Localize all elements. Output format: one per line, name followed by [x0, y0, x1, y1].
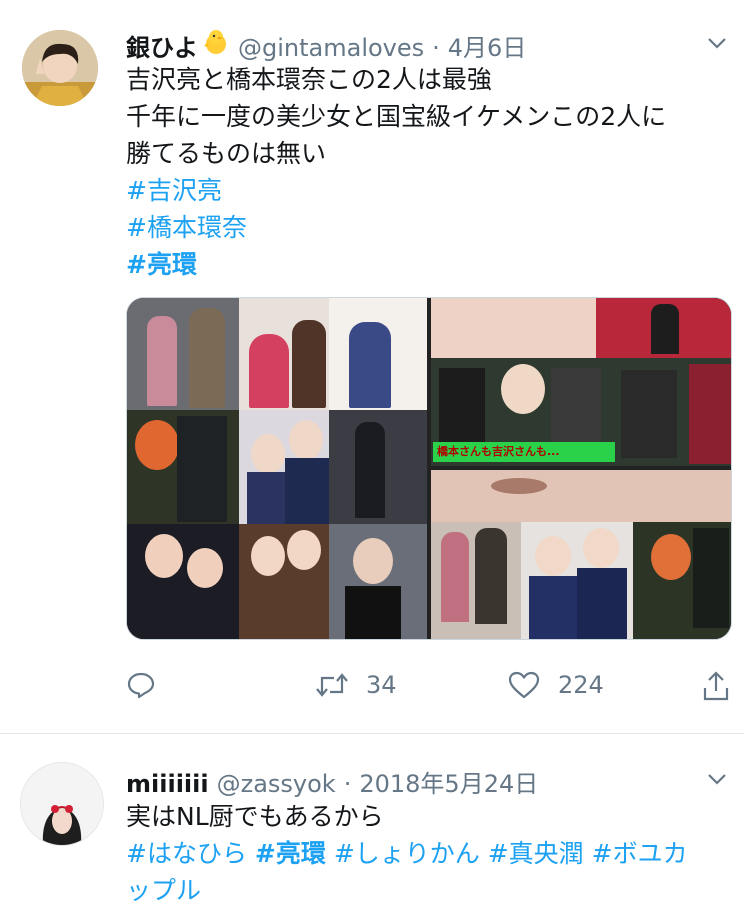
share-icon: [703, 671, 729, 701]
tweet-header: miiiiiii @zassyok · 2018年5月24日: [126, 764, 538, 799]
media-collage[interactable]: 橋本さんも吉沢さんも...: [126, 297, 732, 640]
retweet-icon: [316, 673, 348, 697]
avatar[interactable]: [22, 30, 98, 106]
hashtag-link[interactable]: #橋本環奈: [126, 209, 666, 246]
tweet-text: 吉沢亮と橋本環奈この2人は最強 千年に一度の美少女と国宝級イケメンこの2人に 勝…: [126, 61, 666, 283]
hashtag-link[interactable]: #はなひら: [126, 839, 247, 868]
retweet-count: 34: [366, 671, 397, 699]
reply-icon: [127, 672, 155, 699]
tweet-1[interactable]: 銀ひよ @gintamaloves · 4月6日 吉沢亮と橋本環奈この2人は最強…: [0, 0, 744, 733]
separator-dot: ·: [432, 34, 440, 62]
action-bar: 34 224: [0, 666, 744, 710]
tweet-text-line: 勝てるものは無い: [126, 139, 327, 168]
media-image-right[interactable]: 橋本さんも吉沢さんも...: [431, 298, 731, 639]
hashtag-link[interactable]: #吉沢亮: [126, 172, 666, 209]
hashtag-link[interactable]: #真央潤: [488, 839, 584, 868]
tweet-text-line: 実はNL厨でもあるから: [126, 802, 384, 831]
heart-icon: [508, 671, 540, 699]
hashtag-link-continued[interactable]: ップル: [126, 872, 688, 909]
like-count: 224: [558, 671, 604, 699]
tweet-header: 銀ひよ @gintamaloves · 4月6日: [126, 28, 526, 63]
separator-dot: ·: [343, 770, 352, 798]
hashtag-link[interactable]: #しょりかん: [334, 839, 480, 868]
chick-emoji-icon: [202, 28, 230, 54]
retweet-button[interactable]: 34: [314, 670, 397, 700]
timestamp[interactable]: 2018年5月24日: [359, 764, 538, 799]
tweet-2[interactable]: miiiiiii @zassyok · 2018年5月24日 実はNL厨でもある…: [0, 734, 744, 907]
like-button[interactable]: 224: [508, 670, 604, 700]
hashtag-line: #はなひら #亮環 #しょりかん #真央潤 #ボユカ: [126, 835, 688, 872]
tweet-text-line: 吉沢亮と橋本環奈この2人は最強: [126, 65, 492, 94]
media-image-left[interactable]: [127, 298, 427, 639]
display-name[interactable]: 銀ひよ: [126, 28, 198, 63]
chevron-down-icon[interactable]: [706, 768, 728, 794]
avatar[interactable]: [20, 762, 104, 846]
hashtag-link[interactable]: #亮環: [126, 246, 666, 283]
avatar-image: [22, 30, 98, 106]
media-overlay-caption: 橋本さんも吉沢さんも...: [433, 442, 615, 462]
chevron-down-icon[interactable]: [706, 32, 728, 58]
tweet-text: 実はNL厨でもあるから #はなひら #亮環 #しょりかん #真央潤 #ボユカ ッ…: [126, 798, 688, 909]
tweet-text-line: 千年に一度の美少女と国宝級イケメンこの2人に: [126, 102, 667, 131]
display-name[interactable]: miiiiiii: [126, 770, 209, 798]
hashtag-link[interactable]: #ボユカ: [592, 839, 688, 868]
share-button[interactable]: [702, 670, 730, 702]
hashtag-link[interactable]: #亮環: [255, 839, 326, 868]
avatar-image: [21, 763, 103, 845]
handle[interactable]: @zassyok: [217, 770, 336, 798]
timestamp[interactable]: 4月6日: [448, 28, 527, 63]
reply-button[interactable]: [126, 670, 156, 700]
handle[interactable]: @gintamaloves: [238, 34, 424, 62]
